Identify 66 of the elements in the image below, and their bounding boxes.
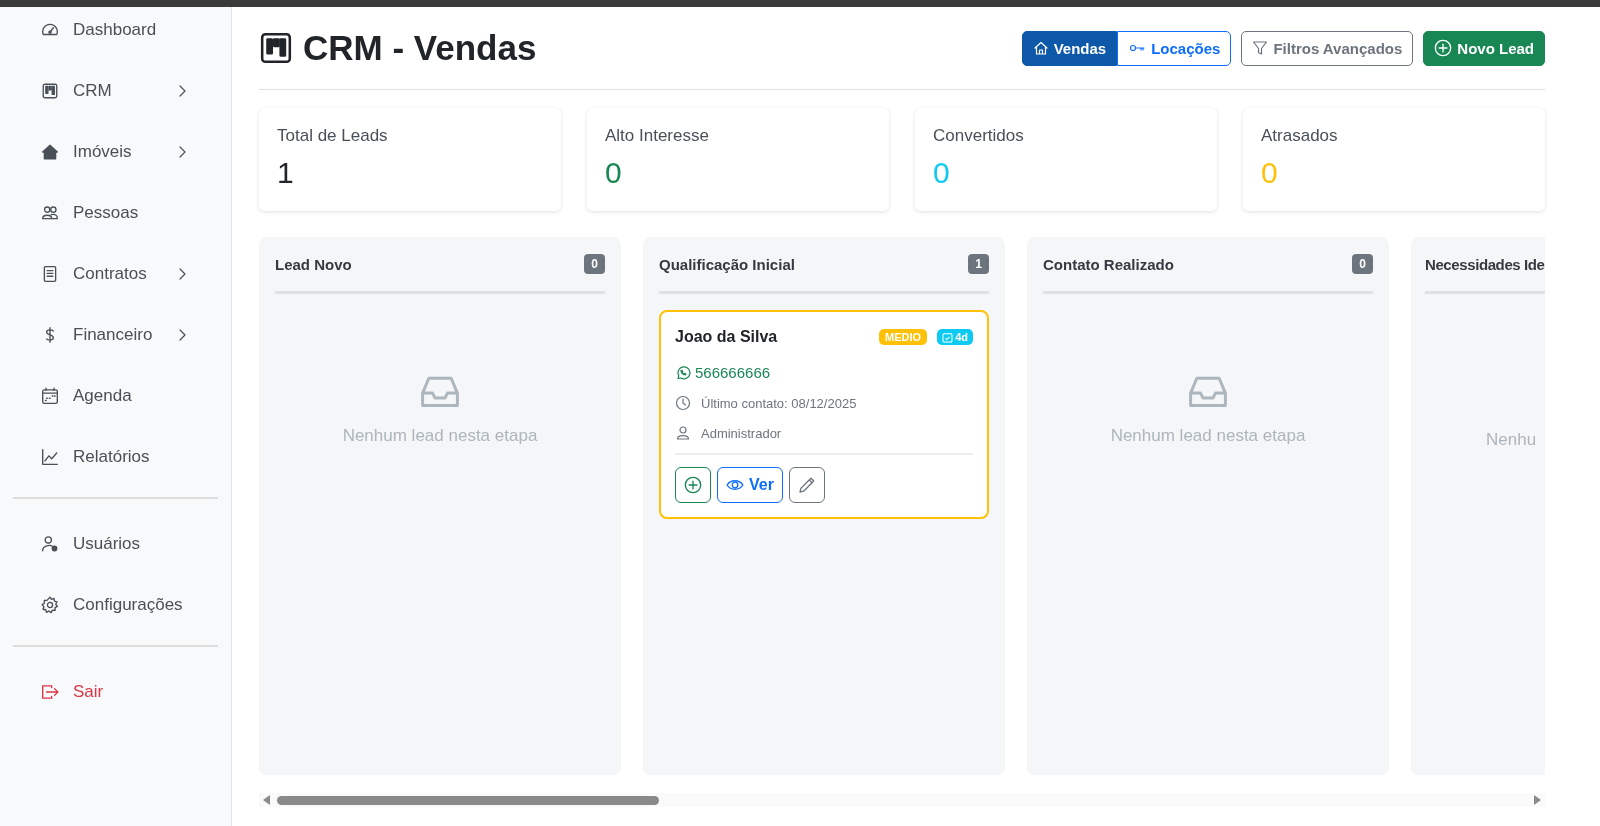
filter-button[interactable]: Filtros Avançados <box>1241 30 1414 66</box>
last-contact: Último contato: 08/12/2025 <box>701 395 857 411</box>
person-icon <box>675 425 691 441</box>
column-title: Contato Realizado <box>1043 255 1174 273</box>
lead-name: Joao da Silva <box>675 328 778 346</box>
view-button[interactable]: Ver <box>717 467 783 503</box>
horizontal-scrollbar[interactable] <box>259 793 1545 807</box>
mode-tab[interactable]: Locações <box>1117 30 1232 66</box>
sidebar-item[interactable]: Imóveis <box>13 121 218 182</box>
calendar-icon <box>41 386 59 405</box>
settings-icon <box>41 595 59 614</box>
stat-label: Total de Leads <box>277 126 389 146</box>
sidebar-item[interactable]: Configurações <box>13 574 218 635</box>
add-button[interactable] <box>675 467 711 503</box>
sidebar-item[interactable]: Usuários <box>13 513 218 574</box>
sidebar-item[interactable]: CRM <box>13 60 218 121</box>
stat-label: Atrasados <box>1261 126 1339 146</box>
edit-button[interactable] <box>788 467 825 503</box>
sidebar-item[interactable]: Relatórios <box>13 426 218 487</box>
stat-label: Alto Interesse <box>605 126 710 146</box>
stat-value: 0 <box>933 156 951 190</box>
new-lead-button[interactable]: Novo Lead <box>1423 30 1545 66</box>
scroll-left-icon[interactable] <box>263 795 271 805</box>
people-icon <box>41 203 59 222</box>
empty-message: Nenhum lead nesta etapa <box>1110 426 1306 446</box>
sidebar-item[interactable]: Dashboard <box>13 0 218 60</box>
phone-number[interactable]: 566666666 <box>695 364 771 381</box>
plus-circle-icon <box>684 476 702 494</box>
sidebar-item[interactable]: Contratos <box>13 243 218 304</box>
column-title: Necessidades Ide <box>1425 255 1545 273</box>
empty-message: Nenhum lead nesta etapa <box>342 426 538 446</box>
count-badge: 0 <box>584 254 605 274</box>
stat-value: 1 <box>277 156 295 190</box>
column-title: Lead Novo <box>275 255 352 273</box>
age-badge: 4d <box>937 329 973 345</box>
clock-icon <box>675 395 691 411</box>
pencil-icon <box>797 476 816 494</box>
stat-label: Convertidos <box>933 126 1025 146</box>
stat-value: 0 <box>605 156 623 190</box>
scroll-right-icon[interactable] <box>1533 795 1541 805</box>
line-chart-icon <box>41 447 59 466</box>
whatsapp-icon <box>675 364 691 381</box>
house-icon <box>1032 40 1049 56</box>
sidebar-item[interactable]: Agenda <box>13 365 218 426</box>
column-title: Qualificação Inicial <box>659 255 795 273</box>
count-badge: 0 <box>1352 254 1373 274</box>
document-icon <box>41 264 59 283</box>
count-badge: 1 <box>968 254 989 274</box>
scroll-thumb[interactable] <box>277 795 659 805</box>
logout-icon <box>41 682 59 701</box>
kanban-icon <box>41 81 59 100</box>
sidebar-item[interactable]: Pessoas <box>13 182 218 243</box>
page-title: CRM - Vendas <box>303 28 537 68</box>
lead-card[interactable]: Joao da Silva MEDIO 4d 566666666 Último contato: 08/12/2025 Administrador Ver <box>659 310 989 519</box>
priority-badge: MEDIO <box>879 329 928 345</box>
lead-owner: Administrador <box>701 425 782 441</box>
plus-circle-icon <box>1434 39 1453 57</box>
sidebar-item[interactable]: Financeiro <box>13 304 218 365</box>
mode-tab[interactable]: Vendas <box>1021 30 1118 66</box>
empty-message: Nenhu <box>1486 430 1537 450</box>
stat-value: 0 <box>1261 156 1279 190</box>
funnel-icon <box>1252 40 1269 56</box>
kanban-icon <box>259 31 293 65</box>
user-gear-icon <box>41 534 59 553</box>
house-icon <box>41 142 59 161</box>
sidebar-item[interactable]: Sair <box>13 661 218 722</box>
